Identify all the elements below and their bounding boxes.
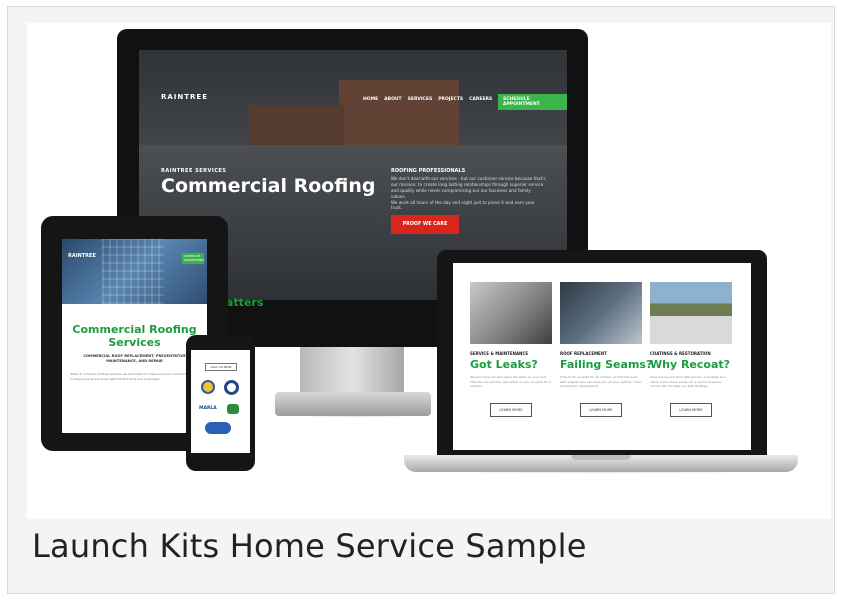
service-body: Time to do an audit for all of them, so … (560, 375, 642, 388)
tablet-hero (62, 239, 207, 304)
nav-item[interactable]: PROJECTS (438, 97, 463, 102)
laptop-device: SERVICE & MAINTENANCE Got Leaks? We will… (437, 250, 767, 455)
monitor-stand (300, 346, 404, 394)
partner-logo-text: MARLA (199, 406, 217, 411)
tablet-cta[interactable]: SCHEDULE APPOINTMENT (182, 253, 204, 264)
service-body: We will come out and repair the leaks on… (470, 375, 551, 388)
tablet-logo[interactable]: RAINTREE (68, 253, 96, 259)
service-kicker: SERVICE & MAINTENANCE (470, 351, 529, 356)
monitor-base (275, 392, 431, 416)
service-heading: Why Recoat? (650, 358, 731, 371)
service-heading: Got Leaks? (470, 358, 538, 371)
learn-more-button[interactable]: LEARN MORE (580, 403, 622, 417)
certification-icon (224, 380, 239, 395)
service-kicker: COATINGS & RESTORATION (650, 351, 711, 356)
service-column: ROOF REPLACEMENT Failing Seams? Time to … (560, 282, 653, 417)
hero-paragraph: We don't deal with our services - but ou… (391, 176, 546, 199)
schedule-button[interactable]: SCHEDULE APPOINTMENT (498, 94, 567, 110)
service-heading: Failing Seams? (560, 358, 653, 371)
service-photo (470, 282, 552, 344)
call-button[interactable]: CALL US NOW (205, 363, 237, 371)
site-logo[interactable]: RAINTREE (161, 93, 208, 101)
service-body: Save money and time with proven, a sensi… (650, 375, 726, 388)
service-photo (650, 282, 732, 344)
service-column: SERVICE & MAINTENANCE Got Leaks? We will… (470, 282, 552, 417)
laptop-screen: SERVICE & MAINTENANCE Got Leaks? We will… (453, 263, 751, 450)
service-column: COATINGS & RESTORATION Why Recoat? Save … (650, 282, 732, 417)
learn-more-button[interactable]: LEARN MORE (670, 403, 712, 417)
section-kicker: E ROOFING SERVICES (226, 288, 281, 293)
badge-icon (201, 380, 215, 394)
tablet-subtitle: COMMERCIAL ROOF REPLACEMENT, PREVENTATIV… (83, 354, 186, 363)
tablet-body: When it comes to roofing services, we wo… (70, 372, 190, 381)
hero-headline: Commercial Roofing (161, 175, 376, 197)
nav-item[interactable]: HOME (363, 97, 378, 102)
card-caption[interactable]: Launch Kits Home Service Sample (32, 527, 587, 565)
pro-label: ROOFING PROFESSIONALS (391, 168, 466, 174)
leaf-icon (227, 404, 239, 414)
partner-logo-icon (205, 422, 231, 434)
section-heading: atters (226, 296, 264, 309)
nav-item[interactable]: ABOUT (384, 97, 401, 102)
learn-more-button[interactable]: LEARN MORE (490, 403, 532, 417)
hero-paragraph-2: We work all hours of the day and night j… (391, 200, 535, 210)
service-kicker: ROOF REPLACEMENT (560, 351, 607, 356)
phone-screen: CALL US NOW MARLA (191, 350, 250, 453)
nav-item[interactable]: SERVICES (408, 97, 433, 102)
laptop-notch (571, 455, 631, 460)
proof-we-care-button[interactable]: PROOF WE CARE (391, 215, 459, 234)
phone-device: CALL US NOW MARLA (186, 335, 255, 471)
nav-item[interactable]: CAREERS (469, 97, 492, 102)
service-photo (560, 282, 642, 344)
hero-kicker: RAINTREE SERVICES (161, 168, 227, 174)
